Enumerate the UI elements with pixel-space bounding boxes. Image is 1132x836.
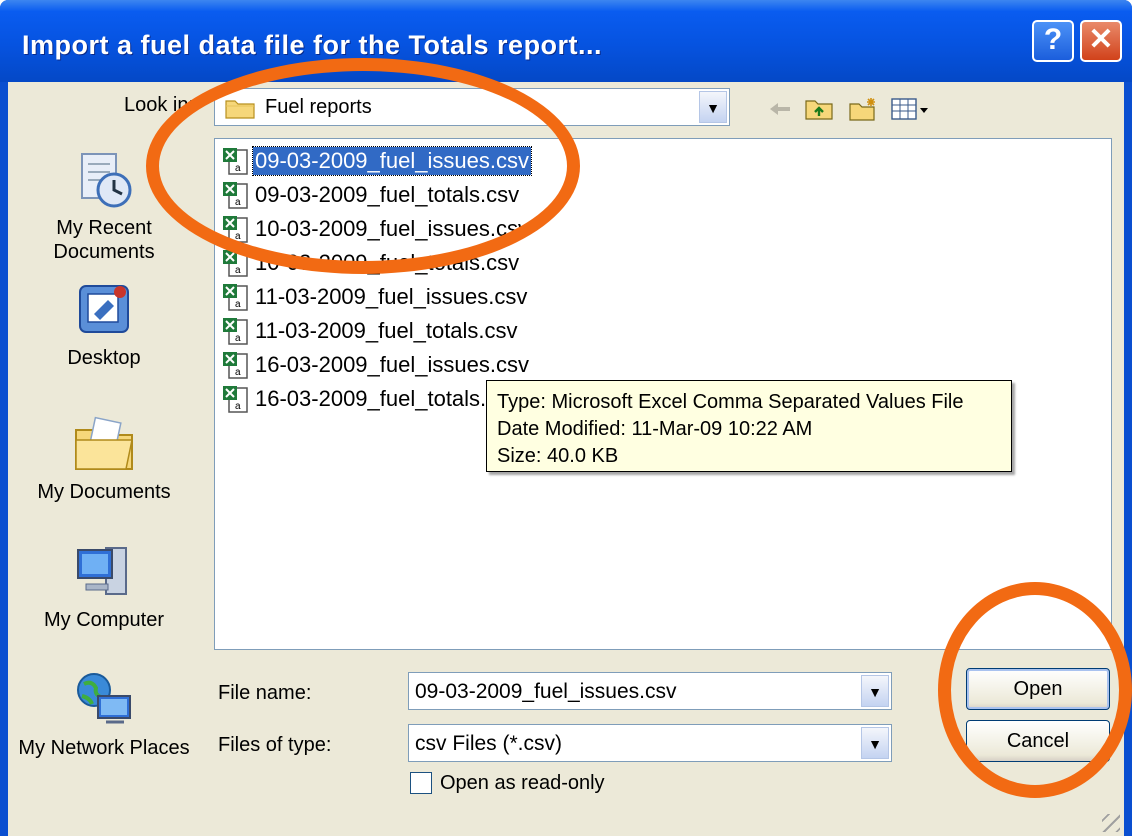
file-name-combo[interactable]: 09-03-2009_fuel_issues.csv ▼ [408,672,892,710]
files-of-type-value: csv Files (*.csv) [415,732,562,755]
file-name: 11-03-2009_fuel_totals.csv [255,318,518,343]
svg-text:a: a [235,197,241,208]
files-of-type-dropdown-arrow[interactable]: ▼ [861,727,889,759]
svg-text:a: a [235,299,241,310]
cancel-button[interactable]: Cancel [966,720,1110,762]
excel-csv-file-icon: a [223,318,248,345]
folder-icon [225,100,255,119]
help-button[interactable]: ? [1032,20,1074,62]
file-item[interactable]: a 09-03-2009_fuel_totals.csv [221,179,521,211]
look-in-label: Look in: [124,94,195,116]
file-item[interactable]: a 16-03-2009_fuel_totals.csv [221,383,521,415]
look-in-dropdown-arrow[interactable]: ▼ [699,91,727,123]
look-in-combo[interactable]: Fuel reports ▼ [214,88,730,126]
view-menu-icon[interactable] [890,96,930,122]
excel-csv-file-icon: a [223,148,248,175]
read-only-checkbox[interactable] [410,772,432,794]
dialog-window: Import a fuel data file for the Totals r… [0,0,1132,836]
my-computer-icon [77,547,127,595]
excel-csv-file-icon: a [223,386,248,413]
excel-csv-file-icon: a [223,182,248,209]
files-of-type-combo[interactable]: csv Files (*.csv) ▼ [408,724,892,762]
excel-csv-file-icon: a [223,250,248,277]
file-info-tooltip: Type: Microsoft Excel Comma Separated Va… [486,380,1012,472]
read-only-label: Open as read-only [440,772,605,794]
file-item[interactable]: a 11-03-2009_fuel_issues.csv [221,281,529,313]
new-folder-icon[interactable] [848,96,878,122]
excel-csv-file-icon: a [223,352,248,379]
resize-grip[interactable] [1102,814,1120,832]
file-item[interactable]: a 16-03-2009_fuel_issues.csv [221,349,531,381]
file-name: 09-03-2009_fuel_totals.csv [255,182,520,207]
svg-text:a: a [235,367,241,378]
svg-text:a: a [235,231,241,242]
place-label: My Recent Documents [53,217,155,263]
look-in-value: Fuel reports [265,96,372,118]
file-name-input[interactable]: 09-03-2009_fuel_issues.csv [415,680,677,704]
excel-csv-file-icon: a [223,284,248,311]
place-desktop[interactable]: Desktop [8,278,200,370]
recent-documents-icon [81,153,132,208]
file-name-label: File name: [218,682,312,704]
places-bar: My Recent Documents Desktop My Documents [8,138,200,828]
network-places-icon [77,673,131,724]
tooltip-size: Size: 40.0 KB [497,445,619,467]
excel-csv-file-icon: a [223,216,248,243]
place-label: My Documents [37,481,171,503]
place-recent-documents[interactable]: My Recent Documents [8,148,200,264]
file-name-dropdown-arrow[interactable]: ▼ [861,675,889,707]
file-item[interactable]: a 11-03-2009_fuel_totals.csv [221,315,520,347]
file-name: 09-03-2009_fuel_issues.csv [252,146,532,176]
back-arrow-icon[interactable] [766,96,796,122]
file-name: 10-03-2009_fuel_issues.csv [255,216,529,241]
dialog-body: Look in: Fuel reports ▼ My Recent Docume… [8,82,1124,836]
svg-text:a: a [235,333,241,344]
place-label: My Computer [43,609,165,631]
tooltip-type: Type: Microsoft Excel Comma Separated Va… [497,391,964,413]
open-button[interactable]: Open [966,668,1110,710]
place-network-places[interactable]: My Network Places [8,668,200,760]
files-of-type-label: Files of type: [218,734,332,756]
file-name: 11-03-2009_fuel_issues.csv [255,284,528,309]
svg-text:a: a [235,401,241,412]
file-item[interactable]: a 10-03-2009_fuel_issues.csv [221,213,531,245]
up-folder-icon[interactable] [804,96,834,122]
tooltip-date-modified: Date Modified: 11-Mar-09 10:22 AM [497,418,813,440]
place-label: My Network Places [18,737,190,759]
svg-text:a: a [235,163,241,174]
my-documents-icon [75,416,133,470]
file-name: 16-03-2009_fuel_totals.csv [255,386,520,411]
file-name: 16-03-2009_fuel_issues.csv [255,352,529,377]
svg-text:a: a [235,265,241,276]
place-label: Desktop [67,347,141,369]
place-my-documents[interactable]: My Documents [8,412,200,504]
file-item[interactable]: a 09-03-2009_fuel_issues.csv [221,145,532,177]
title-bar[interactable]: Import a fuel data file for the Totals r… [0,0,1132,82]
close-button[interactable]: ✕ [1080,20,1122,62]
file-item[interactable]: a 10-03-2009_fuel_totals.csv [221,247,521,279]
file-name: 10-03-2009_fuel_totals.csv [255,250,520,275]
place-my-computer[interactable]: My Computer [8,540,200,632]
desktop-icon [79,285,129,333]
dialog-title: Import a fuel data file for the Totals r… [22,30,603,60]
